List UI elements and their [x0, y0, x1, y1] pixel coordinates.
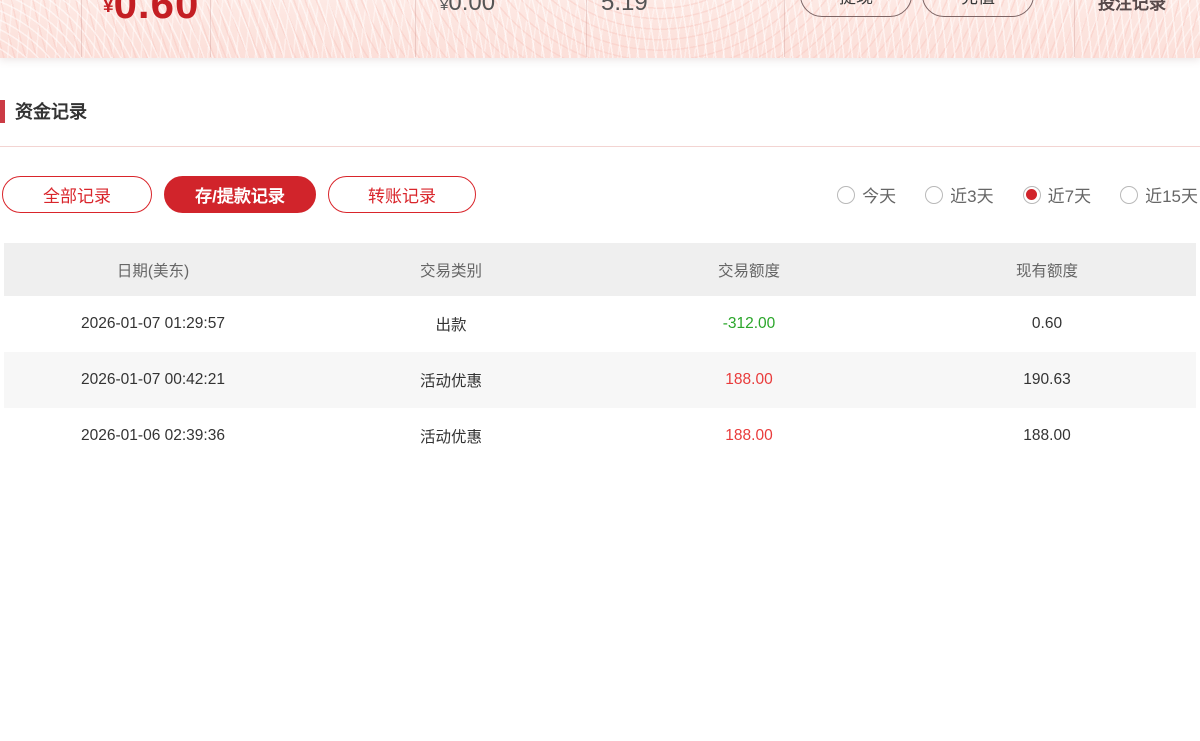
records-link[interactable]: 投注记录 [1098, 0, 1166, 14]
secondary-balance: ¥0.00 [440, 0, 495, 17]
summary-divider [81, 0, 82, 57]
date-range-radio-1[interactable]: 近3天 [925, 182, 993, 207]
filter-tab-deposit-withdraw[interactable]: 存/提款记录 [164, 176, 316, 213]
date-cell: 2026-01-06 02:39:36 [4, 427, 302, 445]
third-balance-amount: 5.19 [601, 0, 648, 16]
date-range-label: 近3天 [950, 182, 993, 207]
table-body: 2026-01-07 01:29:57出款-312.000.602026-01-… [4, 296, 1196, 464]
main-balance: ¥0.60 [103, 0, 199, 28]
radio-unchecked-icon [925, 186, 943, 204]
withdraw-button[interactable]: 提现 [800, 0, 912, 17]
date-range-radio-3[interactable]: 近15天 [1120, 182, 1198, 207]
amount-cell: 188.00 [600, 427, 898, 445]
date-range-label: 近7天 [1048, 182, 1091, 207]
page-title: 资金记录 [15, 98, 87, 124]
column-header-0: 日期(美东) [4, 259, 302, 281]
summary-divider [415, 0, 416, 57]
amount-cell: 188.00 [600, 371, 898, 389]
summary-divider [784, 0, 785, 57]
balance-cell: 0.60 [898, 315, 1196, 333]
filter-tab-all[interactable]: 全部记录 [2, 176, 152, 213]
radio-unchecked-icon [837, 186, 855, 204]
date-cell: 2026-01-07 00:42:21 [4, 371, 302, 389]
radio-checked-icon [1023, 186, 1041, 204]
record-type-tabs: 全部记录存/提款记录转账记录 [0, 176, 476, 213]
main-balance-amount: 0.60 [114, 0, 200, 27]
summary-divider [586, 0, 587, 57]
filter-tab-transfer[interactable]: 转账记录 [328, 176, 476, 213]
table-row: 2026-01-06 02:39:36活动优惠188.00188.00 [4, 408, 1196, 464]
table-row: 2026-01-07 01:29:57出款-312.000.60 [4, 296, 1196, 352]
summary-divider [1074, 0, 1075, 57]
date-range-radio-0[interactable]: 今天 [837, 182, 896, 207]
column-header-1: 交易类别 [302, 259, 600, 281]
table-header: 日期(美东)交易类别交易额度现有额度 [4, 243, 1196, 296]
amount-cell: -312.00 [600, 315, 898, 333]
type-cell: 出款 [302, 313, 600, 335]
section-header: 资金记录 [0, 98, 1200, 124]
date-cell: 2026-01-07 01:29:57 [4, 315, 302, 333]
currency-symbol: ¥ [103, 0, 114, 17]
type-cell: 活动优惠 [302, 425, 600, 447]
section-accent-bar [0, 100, 5, 123]
deposit-button[interactable]: 充值 [922, 0, 1034, 17]
balance-cell: 188.00 [898, 427, 1196, 445]
column-header-2: 交易额度 [600, 259, 898, 281]
section-divider [0, 146, 1200, 147]
radio-unchecked-icon [1120, 186, 1138, 204]
account-summary-bar: ¥0.60 ¥0.00 5.19 提现 充值 投注记录 [0, 0, 1200, 58]
summary-divider [210, 0, 211, 57]
filter-row: 全部记录存/提款记录转账记录 今天 近3天 近7天 近15天 [0, 176, 1200, 213]
type-cell: 活动优惠 [302, 369, 600, 391]
date-range-group: 今天 近3天 近7天 近15天 [837, 182, 1200, 207]
secondary-balance-amount: 0.00 [448, 0, 495, 16]
third-balance: 5.19 [601, 0, 648, 17]
date-range-label: 近15天 [1145, 182, 1198, 207]
balance-cell: 190.63 [898, 371, 1196, 389]
column-header-3: 现有额度 [898, 259, 1196, 281]
table-row: 2026-01-07 00:42:21活动优惠188.00190.63 [4, 352, 1196, 408]
funds-table: 日期(美东)交易类别交易额度现有额度 2026-01-07 01:29:57出款… [4, 243, 1196, 464]
date-range-label: 今天 [862, 182, 896, 207]
date-range-radio-2[interactable]: 近7天 [1023, 182, 1091, 207]
